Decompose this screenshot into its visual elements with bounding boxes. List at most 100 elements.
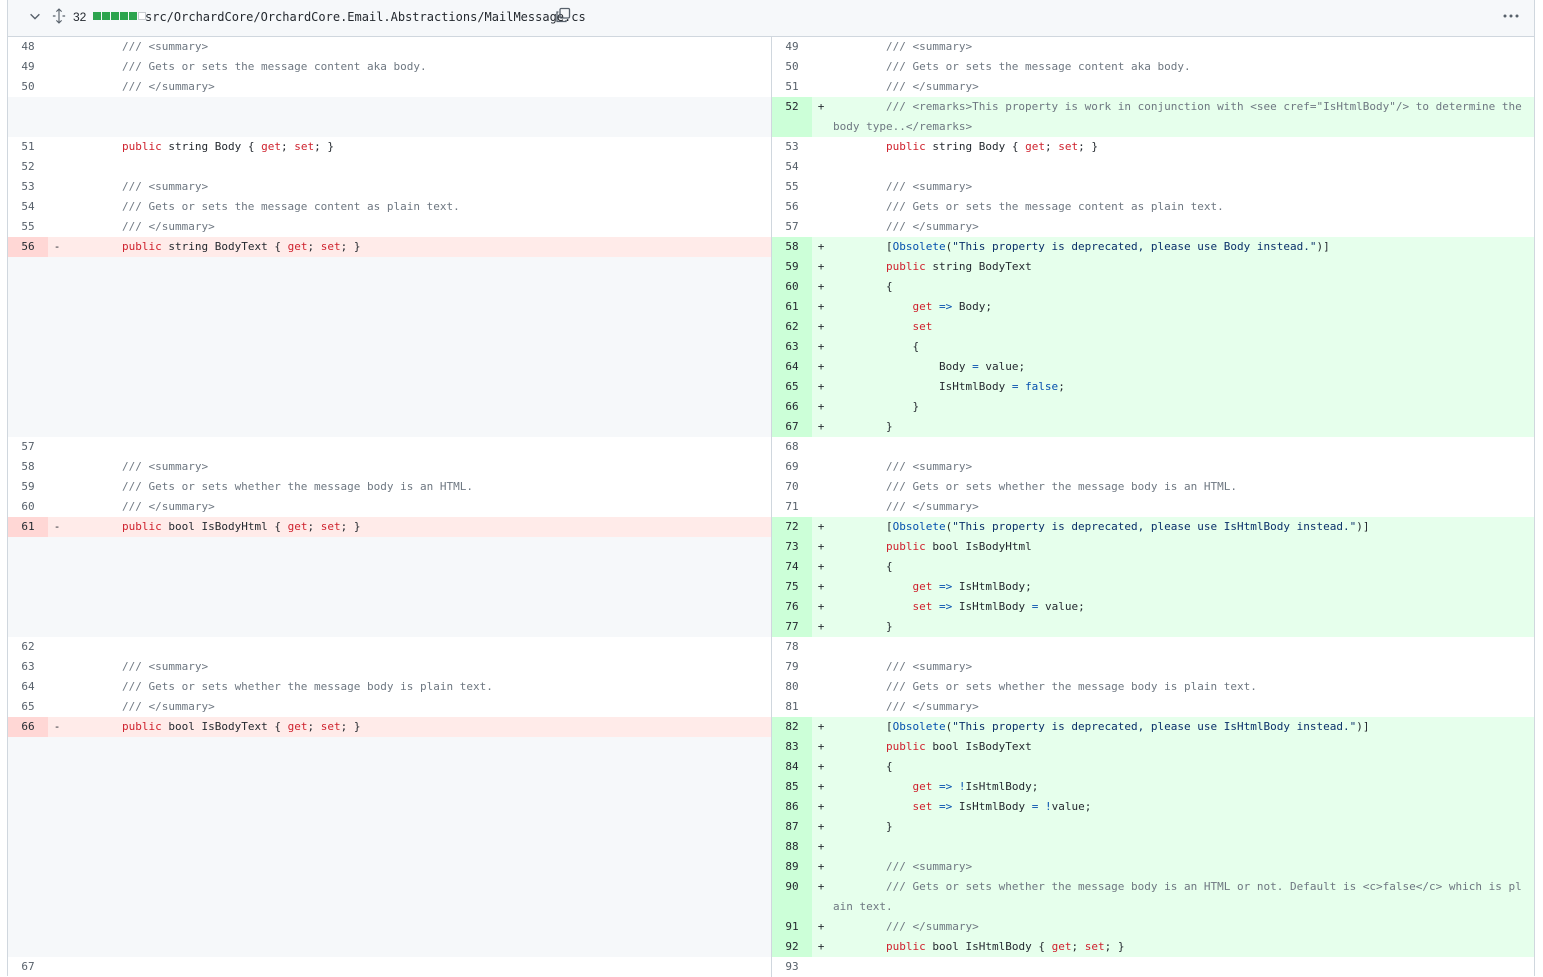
code-line: /// </summary> [833, 700, 979, 713]
right-side-line: 51 /// </summary> [772, 77, 1534, 97]
line-number[interactable]: 91 [772, 917, 812, 937]
line-number[interactable]: 61 [772, 297, 812, 317]
line-number[interactable]: 56 [8, 237, 48, 257]
line-number[interactable]: 54 [8, 197, 48, 217]
line-number[interactable]: 60 [8, 497, 48, 517]
line-number[interactable]: 57 [8, 437, 48, 457]
line-number[interactable]: 87 [772, 817, 812, 837]
line-number[interactable]: 79 [772, 657, 812, 677]
line-number[interactable]: 59 [8, 477, 48, 497]
line-number[interactable]: 75 [772, 577, 812, 597]
line-number[interactable]: 86 [772, 797, 812, 817]
diff-row: 59 /// Gets or sets whether the message … [8, 477, 1534, 497]
code-line: /// <summary> [833, 40, 973, 53]
split-divider [771, 877, 772, 917]
line-number[interactable]: 72 [772, 517, 812, 537]
line-number[interactable]: 58 [772, 237, 812, 257]
line-number[interactable]: 81 [772, 697, 812, 717]
line-number[interactable]: 69 [772, 457, 812, 477]
line-number[interactable]: 51 [8, 137, 48, 157]
diff-row: 83 + public bool IsBodyText [8, 737, 1534, 757]
line-number[interactable]: 62 [772, 317, 812, 337]
right-side-line: 80 /// Gets or sets whether the message … [772, 677, 1534, 697]
copy-icon[interactable] [555, 7, 571, 23]
line-number[interactable]: 48 [8, 37, 48, 57]
line-number[interactable]: 51 [772, 77, 812, 97]
addition-marker: + [817, 800, 825, 813]
line-number[interactable]: 54 [772, 157, 812, 177]
line-number[interactable]: 65 [8, 697, 48, 717]
line-number[interactable]: 77 [772, 617, 812, 637]
line-number[interactable]: 76 [772, 597, 812, 617]
addition-marker: + [817, 100, 825, 113]
line-number[interactable]: 71 [772, 497, 812, 517]
line-number[interactable]: 82 [772, 717, 812, 737]
line-number[interactable]: 62 [8, 637, 48, 657]
line-number[interactable]: 88 [772, 837, 812, 857]
addition-marker: + [817, 940, 825, 953]
line-number[interactable]: 56 [772, 197, 812, 217]
line-number[interactable]: 57 [772, 217, 812, 237]
left-side-line [8, 277, 771, 297]
line-number[interactable]: 83 [772, 737, 812, 757]
split-divider [771, 157, 772, 177]
left-side-line [8, 797, 771, 817]
code-line: /// </summary> [833, 80, 979, 93]
line-number[interactable]: 53 [8, 177, 48, 197]
line-number[interactable]: 78 [772, 637, 812, 657]
unfold-icon[interactable] [52, 8, 66, 24]
line-number[interactable]: 55 [8, 217, 48, 237]
line-number[interactable]: 64 [8, 677, 48, 697]
line-number[interactable]: 89 [772, 857, 812, 877]
line-number[interactable]: 66 [8, 717, 48, 737]
left-side-line [8, 857, 771, 877]
line-number[interactable]: 90 [772, 877, 812, 917]
line-number[interactable]: 64 [772, 357, 812, 377]
line-number[interactable]: 63 [8, 657, 48, 677]
code-line: /// </summary> [69, 500, 215, 513]
diff-row: 62 + set [8, 317, 1534, 337]
line-number[interactable]: 55 [772, 177, 812, 197]
line-number[interactable]: 73 [772, 537, 812, 557]
chevron-down-icon[interactable] [28, 9, 42, 23]
line-number[interactable]: 60 [772, 277, 812, 297]
diff-row: 86 + set => IsHtmlBody = !value; [8, 797, 1534, 817]
line-number[interactable]: 92 [772, 937, 812, 957]
line-number[interactable]: 74 [772, 557, 812, 577]
left-side-line [8, 417, 771, 437]
line-number[interactable]: 70 [772, 477, 812, 497]
left-side-line: 63 /// <summary> [8, 657, 771, 677]
diff-row: 73 + public bool IsBodyHtml [8, 537, 1534, 557]
split-divider [771, 677, 772, 697]
line-number[interactable]: 53 [772, 137, 812, 157]
line-number[interactable]: 50 [8, 77, 48, 97]
line-number[interactable]: 84 [772, 757, 812, 777]
line-number[interactable]: 49 [8, 57, 48, 77]
line-number[interactable]: 93 [772, 957, 812, 977]
line-number[interactable]: 67 [772, 417, 812, 437]
addition-marker: + [817, 360, 825, 373]
line-number[interactable]: 63 [772, 337, 812, 357]
split-divider [771, 197, 772, 217]
line-number[interactable]: 68 [772, 437, 812, 457]
line-number[interactable]: 80 [772, 677, 812, 697]
line-number[interactable]: 52 [8, 157, 48, 177]
line-number[interactable]: 52 [772, 97, 812, 137]
line-number[interactable]: 85 [772, 777, 812, 797]
kebab-horizontal-icon[interactable] [1502, 8, 1520, 24]
line-number[interactable]: 50 [772, 57, 812, 77]
line-number[interactable]: 66 [772, 397, 812, 417]
line-number[interactable]: 49 [772, 37, 812, 57]
line-number[interactable]: 61 [8, 517, 48, 537]
deletion-marker: - [53, 520, 61, 533]
file-path[interactable]: src/OrchardCore/OrchardCore.Email.Abstra… [145, 10, 586, 24]
left-side-line: 53 /// <summary> [8, 177, 771, 197]
line-number[interactable]: 67 [8, 957, 48, 977]
line-number[interactable]: 59 [772, 257, 812, 277]
line-number[interactable]: 58 [8, 457, 48, 477]
addition-marker: + [817, 580, 825, 593]
code-line: /// Gets or sets whether the message bod… [69, 480, 473, 493]
line-number[interactable]: 65 [772, 377, 812, 397]
right-side-line: 69 /// <summary> [772, 457, 1534, 477]
right-side-line: 68 [772, 437, 1534, 457]
